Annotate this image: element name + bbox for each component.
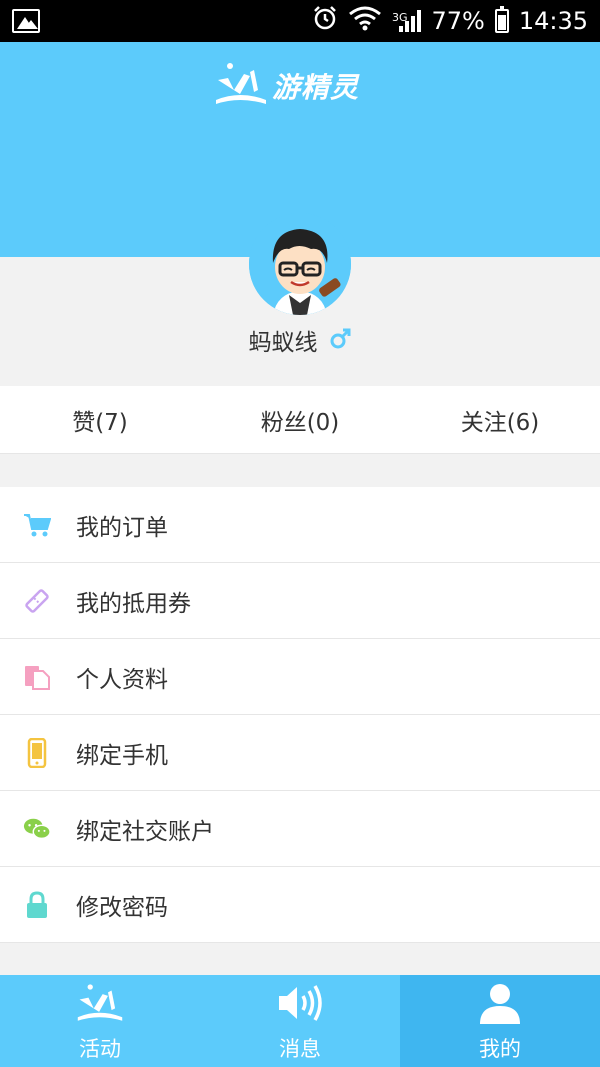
fans-stat[interactable]: 粉丝(0)	[200, 403, 400, 437]
tab-messages[interactable]: 消息	[200, 975, 400, 1067]
tab-activity[interactable]: 活动	[0, 975, 200, 1067]
tab-label: 消息	[279, 1037, 321, 1061]
menu-item-password[interactable]: 修改密码	[0, 867, 600, 943]
username-row: 蚂蚁线	[0, 323, 600, 357]
menu-item-social[interactable]: 绑定社交账户	[0, 791, 600, 867]
menu-item-orders[interactable]: 我的订单	[0, 487, 600, 563]
alarm-icon	[312, 5, 338, 37]
cart-icon	[23, 511, 51, 539]
gallery-icon	[12, 9, 40, 33]
menu-label: 绑定手机	[76, 742, 168, 769]
tab-label: 活动	[79, 1037, 121, 1061]
menu-list: 我的订单 我的抵用券 个人资料 绑定手机 绑定社交账户 修改密码	[0, 487, 600, 943]
avatar[interactable]	[249, 213, 351, 315]
stats-bar: 赞(7) 粉丝(0) 关注(6)	[0, 386, 600, 454]
menu-item-profile[interactable]: 个人资料	[0, 639, 600, 715]
logo-text: 游精灵	[272, 71, 360, 104]
document-icon	[23, 663, 51, 691]
menu-item-phone[interactable]: 绑定手机	[0, 715, 600, 791]
likes-stat[interactable]: 赞(7)	[0, 403, 200, 437]
battery-icon	[494, 6, 509, 33]
network-type: 3G	[391, 11, 408, 24]
phone-icon	[23, 737, 51, 768]
status-bar: 3G 77% 14:35	[0, 0, 600, 42]
clock: 14:35	[518, 7, 588, 35]
battery-percent: 77%	[431, 7, 485, 35]
menu-label: 我的订单	[76, 514, 168, 541]
tab-label: 我的	[479, 1037, 521, 1061]
bottom-tab-bar: 活动 消息 我的	[0, 975, 600, 1067]
app-logo: 游精灵	[214, 60, 359, 112]
person-icon	[478, 979, 522, 1027]
logo-icon	[214, 60, 268, 112]
coupon-icon	[23, 587, 51, 615]
activity-icon	[76, 979, 124, 1027]
menu-label: 我的抵用券	[76, 590, 191, 617]
following-stat[interactable]: 关注(6)	[400, 403, 600, 437]
menu-item-coupons[interactable]: 我的抵用券	[0, 563, 600, 639]
tab-me[interactable]: 我的	[400, 975, 600, 1067]
menu-label: 个人资料	[76, 666, 168, 693]
male-icon	[330, 327, 352, 353]
lock-icon	[23, 890, 51, 919]
wifi-icon	[348, 5, 382, 37]
menu-label: 修改密码	[76, 894, 168, 921]
menu-label: 绑定社交账户	[76, 818, 214, 845]
wechat-icon	[23, 815, 51, 843]
username: 蚂蚁线	[248, 330, 318, 356]
speaker-icon	[277, 979, 323, 1027]
